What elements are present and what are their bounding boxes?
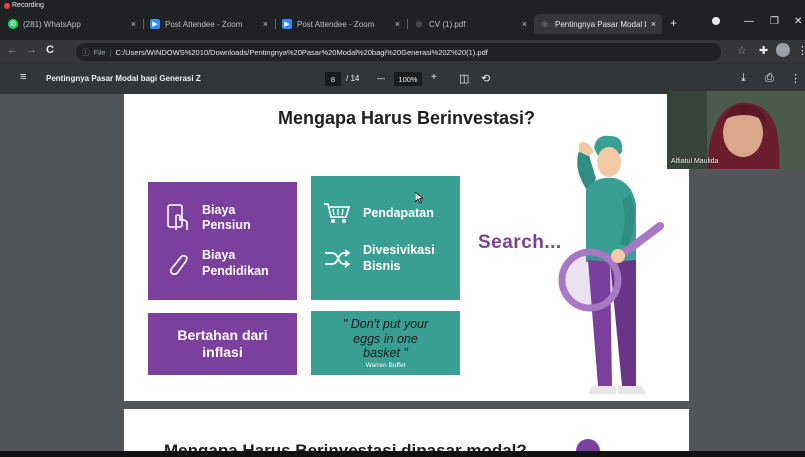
tab-zoom-2[interactable]: ▶ Post Attendee - Zoom × xyxy=(276,14,406,34)
tab-title: Post Attendee - Zoom xyxy=(165,19,243,29)
close-window-icon[interactable]: ✕ xyxy=(794,16,802,27)
print-icon[interactable]: ⎙ xyxy=(765,72,774,85)
back-icon[interactable]: ← xyxy=(7,44,18,56)
diversification-label: Divesivikasi Bisnis xyxy=(363,243,435,273)
tab-title: (281) WhatsApp xyxy=(23,19,81,29)
card-benefits: Pendapatan Divesivikasi Bisnis xyxy=(311,176,460,300)
tab-title: CV (1).pdf xyxy=(429,19,466,29)
close-icon[interactable]: × xyxy=(395,19,400,29)
pdf-page: Mengapa Harus Berinvestasi dipasar modal… xyxy=(124,409,689,457)
close-icon[interactable]: × xyxy=(522,19,527,29)
man-searching-illustration xyxy=(558,135,664,394)
list-item: Biaya Pensiun xyxy=(166,203,297,234)
document-title: Pentingnya Pasar Modal bagi Generasi Z xyxy=(46,74,201,83)
card-costs: Biaya Pensiun Biaya Pendidikan xyxy=(148,182,297,300)
phone-touch-icon xyxy=(167,204,188,231)
paperclip-icon xyxy=(169,254,188,275)
bottom-bar xyxy=(0,451,805,457)
star-icon[interactable]: ☆ xyxy=(737,44,747,57)
globe-icon: ◎ xyxy=(415,21,423,28)
avatar[interactable] xyxy=(776,43,790,57)
income-label: Pendapatan xyxy=(363,205,434,220)
inflation-label: Bertahan dari inflasi xyxy=(177,327,268,360)
tab-whatsapp[interactable]: ✆ (281) WhatsApp × xyxy=(2,14,142,34)
pdf-toolbar: ≡ Pentingnya Pasar Modal bagi Generasi Z… xyxy=(0,64,805,94)
profile-dot-icon[interactable] xyxy=(712,17,720,25)
info-icon: ⓘ xyxy=(82,47,90,57)
omnibox[interactable]: ⓘ File | C:/Users/WINDOWS%2010/Downloads… xyxy=(76,43,721,61)
url-text: C:/Users/WINDOWS%2010/Downloads/Pentingn… xyxy=(115,47,488,57)
cost-education-label: Biaya Pendidikan xyxy=(202,248,269,278)
fit-page-icon[interactable]: ◫ xyxy=(459,72,469,85)
mouse-cursor-icon xyxy=(415,192,423,204)
download-icon[interactable]: ⤓ xyxy=(741,72,746,85)
slide-title: Mengapa Harus Berinvestasi? xyxy=(277,108,536,128)
zoom-icon: ▶ xyxy=(282,19,292,29)
list-item: Pendapatan xyxy=(323,201,460,225)
webcam-video[interactable]: Alfiatul Maulida xyxy=(667,91,805,169)
zoom-icon: ▶ xyxy=(150,19,160,29)
shuffle-icon xyxy=(325,249,351,268)
recording-indicator: Recording xyxy=(4,2,44,9)
menu-icon[interactable]: ⋮ xyxy=(797,44,805,57)
tab-title: Post Attendee - Zoom xyxy=(297,19,375,29)
hamburger-icon[interactable]: ≡ xyxy=(20,71,26,83)
zoom-out-button[interactable]: — xyxy=(377,74,385,83)
more-icon[interactable]: ⋮ xyxy=(790,72,801,85)
record-icon xyxy=(4,2,10,9)
rotate-icon[interactable]: ⟲ xyxy=(481,72,490,85)
quote-author: Warren Buffet xyxy=(365,361,406,369)
cost-pension-label: Biaya Pensiun xyxy=(202,202,251,233)
address-bar: ← → C ⓘ File | C:/Users/WINDOWS%2010/Dow… xyxy=(0,40,805,64)
restore-icon[interactable]: ❐ xyxy=(770,16,779,27)
recording-label: Recording xyxy=(12,2,44,9)
participant-name: Alfiatul Maulida xyxy=(671,158,719,165)
reload-icon[interactable]: C xyxy=(46,44,54,56)
card-inflation: Bertahan dari inflasi xyxy=(148,313,297,375)
list-item: Divesivikasi Bisnis xyxy=(323,243,460,274)
minimize-icon[interactable]: — xyxy=(744,16,754,27)
close-icon[interactable]: × xyxy=(263,19,268,29)
tab-pentingnya[interactable]: ◎ Pentingnya Pasar Modal bag × xyxy=(534,14,662,34)
new-tab-button[interactable]: + xyxy=(670,16,677,30)
tab-cv-pdf[interactable]: ◎ CV (1).pdf × xyxy=(408,14,533,34)
tab-title: Pentingnya Pasar Modal bag xyxy=(555,19,646,29)
pdf-page: Mengapa Harus Berinvestasi? Biaya Pensiu… xyxy=(124,94,689,401)
quote-text: " Don't put your eggs in one basket " xyxy=(342,317,429,361)
file-label: File xyxy=(93,47,106,57)
close-icon[interactable]: × xyxy=(131,19,136,29)
cart-icon xyxy=(324,203,351,224)
tab-strip: Recording ✆ (281) WhatsApp × ▶ Post Atte… xyxy=(0,0,805,40)
tab-zoom-1[interactable]: ▶ Post Attendee - Zoom × xyxy=(144,14,274,34)
forward-icon[interactable]: → xyxy=(26,44,37,56)
list-item: Biaya Pendidikan xyxy=(166,248,297,279)
card-quote: " Don't put your eggs in one basket " Wa… xyxy=(311,311,460,375)
zoom-input[interactable]: 100% xyxy=(394,72,422,86)
zoom-in-button[interactable]: + xyxy=(431,72,437,83)
extensions-icon[interactable]: ✚ xyxy=(759,44,768,57)
page-total: / 14 xyxy=(346,74,360,83)
close-icon[interactable]: × xyxy=(651,19,656,29)
whatsapp-icon: ✆ xyxy=(8,19,18,29)
page-number-input[interactable]: 8 xyxy=(325,72,341,86)
globe-icon: ◎ xyxy=(541,21,549,28)
